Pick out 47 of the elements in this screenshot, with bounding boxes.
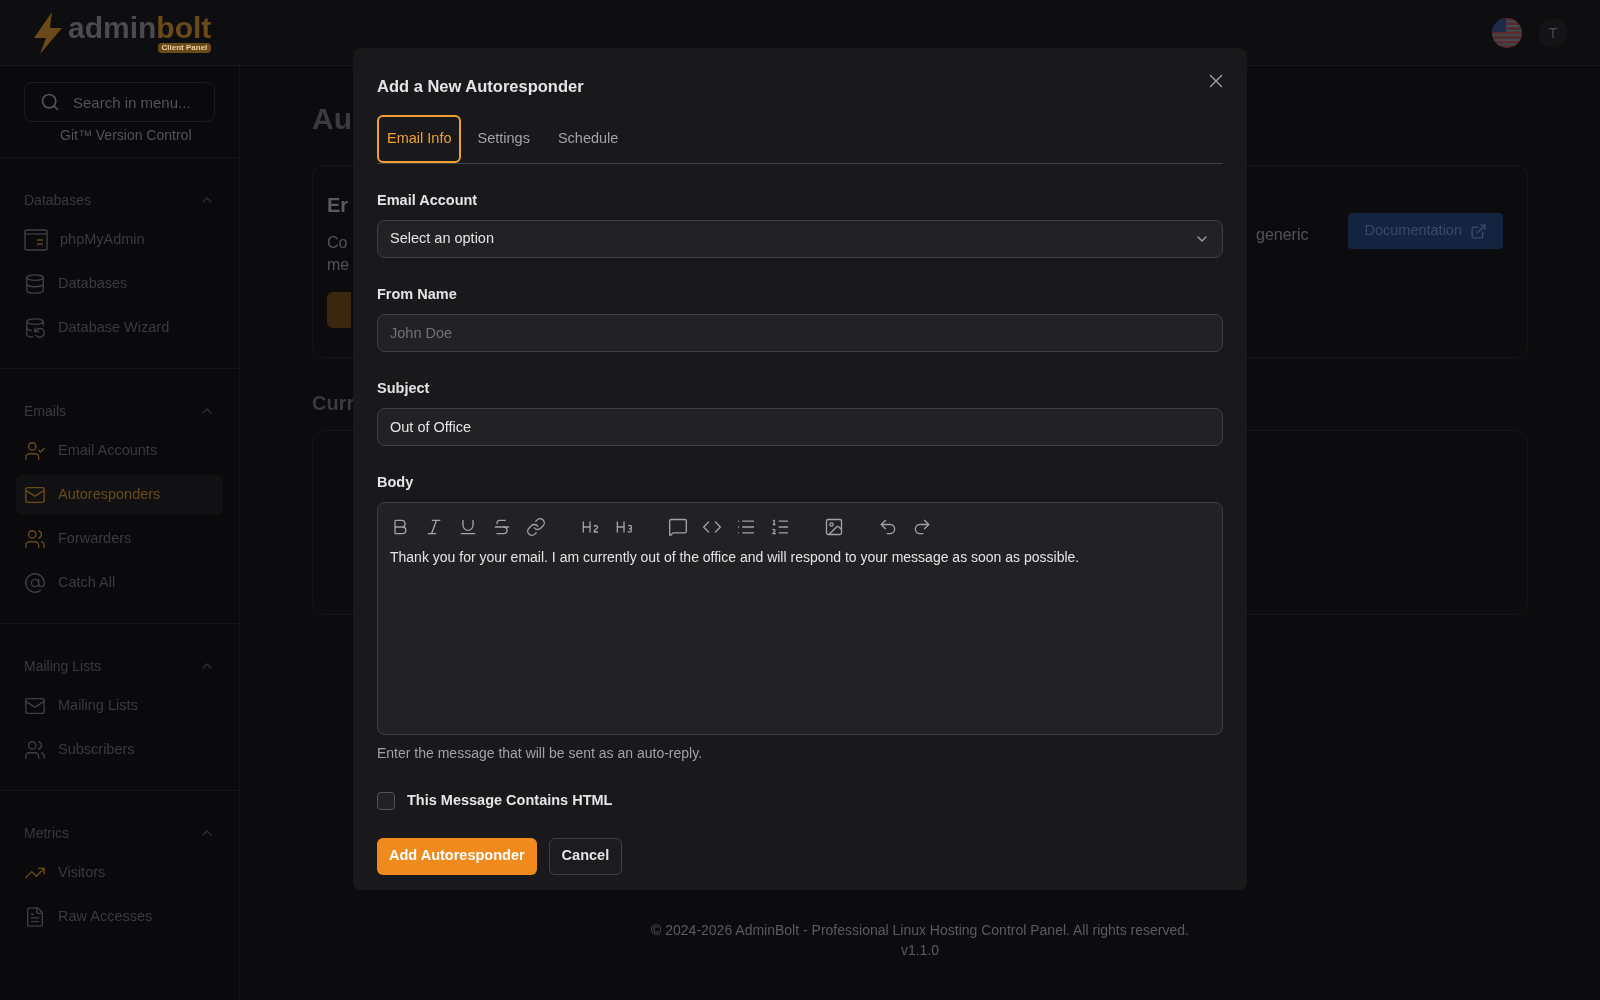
external-link-icon — [1470, 222, 1487, 240]
database-sync-icon — [24, 317, 46, 339]
card-description: Co — [327, 233, 348, 253]
copyright-text: © 2024-2026 AdminBolt - Professional Linux Hosting Control Panel. All rights reserved. — [651, 921, 1189, 940]
logo[interactable]: adminbolt Client Panel — [32, 11, 212, 54]
cancel-button[interactable]: Cancel — [548, 837, 623, 875]
comment-icon[interactable] — [668, 516, 688, 537]
field-label: Body — [377, 472, 414, 492]
dialog-title: Add a New Autoresponder — [377, 76, 584, 97]
bolt-icon — [32, 11, 64, 54]
html-checkbox[interactable] — [377, 791, 395, 810]
mail-icon — [24, 695, 46, 717]
rich-text-editor[interactable]: Thank you for your email. I am currently out of the office and will respond to your message as soon as possible. — [377, 501, 1223, 735]
version-text: v1.1.0 — [900, 941, 940, 960]
field-hint: Enter the message that will be sent as an auto-reply. — [377, 743, 703, 763]
field-label: From Name — [377, 284, 457, 304]
tab[interactable]: Schedule — [545, 114, 631, 163]
field-label: Email Account — [377, 190, 478, 210]
user-check-icon — [24, 440, 46, 462]
file-icon — [24, 906, 46, 928]
card-title: Er — [327, 193, 349, 218]
logo-text: adminbolt — [68, 10, 212, 44]
email-account-select[interactable]: Select an option — [377, 219, 1223, 258]
editor-text: Thank you for your email. I am currently out of the office and will respond to your message as soon as possible. — [390, 547, 1081, 567]
field-label: Subject — [377, 378, 430, 398]
user-avatar[interactable]: T — [1538, 17, 1568, 48]
at-sign-icon — [24, 572, 46, 594]
text-field[interactable]: John Doe — [377, 313, 1223, 352]
menu-item[interactable]: Autoresponders — [16, 475, 223, 515]
mail-icon — [24, 484, 46, 506]
tab[interactable]: Settings — [465, 114, 542, 163]
checkbox-label: This Message Contains HTML — [407, 790, 613, 810]
add-autoresponder-button[interactable]: Add Autoresponder — [377, 837, 537, 875]
text-field[interactable]: Out of Office — [377, 407, 1223, 446]
card-description: me — [327, 255, 350, 275]
search-icon — [40, 92, 60, 112]
link-icon[interactable] — [526, 516, 546, 537]
menu-search-field[interactable]: Search in menu... — [24, 82, 215, 122]
database-icon — [24, 273, 46, 295]
users-icon — [24, 739, 46, 761]
tab[interactable]: Email Info — [377, 114, 462, 163]
php-window-icon — [24, 228, 48, 252]
image-icon[interactable] — [824, 516, 844, 537]
users-icon — [24, 528, 46, 550]
logo-badge: Client Panel — [157, 42, 212, 53]
menu-item[interactable]: Git™ Version Control — [24, 125, 192, 145]
card-description: generic — [1256, 225, 1309, 245]
